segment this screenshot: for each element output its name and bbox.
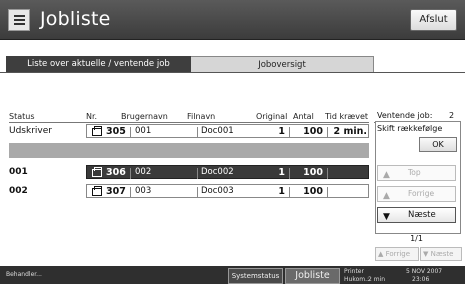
date-display: 5 NOV 2007 xyxy=(406,268,443,275)
column-original: Original xyxy=(256,112,288,121)
job-time: 2 min. xyxy=(333,126,367,137)
move-top-button[interactable]: ▲ Top xyxy=(377,165,456,181)
page-previous-button[interactable]: ▲ Forrige xyxy=(375,247,419,261)
memory-value: 2 min xyxy=(368,276,386,283)
job-list-button[interactable]: Jobliste xyxy=(285,268,340,284)
queue-row[interactable]: 307 003 Doc003 1 100 xyxy=(86,184,369,198)
column-user: Brugernavn xyxy=(121,112,168,121)
tab-divider xyxy=(0,72,465,73)
ok-button[interactable]: OK xyxy=(419,137,457,152)
printer-icon xyxy=(92,167,102,177)
job-list-icon xyxy=(8,9,30,31)
printer-label: Printer xyxy=(344,268,364,275)
job-number: 305 xyxy=(106,126,126,137)
queue-row-selected[interactable]: 306 002 Doc002 1 100 xyxy=(86,165,369,179)
job-original: 1 xyxy=(278,186,285,197)
job-number: 306 xyxy=(106,167,126,178)
queue-position: 001 xyxy=(9,167,28,177)
page-indicator: 1/1 xyxy=(410,234,423,243)
change-order-label: Skift rækkefølge xyxy=(377,124,443,133)
job-file: Doc001 xyxy=(201,126,234,136)
current-job-status: Udskriver xyxy=(9,126,52,136)
current-job-row[interactable]: 305 001 Doc001 1 100 2 min. xyxy=(86,124,369,138)
header-bar: Jobliste Afslut xyxy=(0,0,465,40)
memory-label: Hukom.: xyxy=(344,276,370,283)
move-next-button[interactable]: ▼ Næste xyxy=(377,207,456,223)
arrow-down-icon: ▼ xyxy=(383,212,390,222)
printer-icon xyxy=(92,186,102,196)
arrow-up-icon: ▲ xyxy=(378,250,384,258)
job-quantity: 100 xyxy=(303,126,323,137)
queue-separator-bar xyxy=(9,143,369,158)
job-user: 003 xyxy=(135,186,152,196)
printer-icon xyxy=(92,126,102,136)
time-display: 23:06 xyxy=(412,276,430,283)
job-quantity: 100 xyxy=(303,186,323,197)
waiting-jobs-count: 2 xyxy=(449,111,455,120)
job-number: 307 xyxy=(106,186,126,197)
job-user: 002 xyxy=(135,167,152,177)
move-previous-button[interactable]: ▲ Forrige xyxy=(377,186,456,202)
job-original: 1 xyxy=(278,167,285,178)
arrow-down-icon: ▼ xyxy=(423,250,429,258)
job-user: 001 xyxy=(135,126,152,136)
page-next-button[interactable]: ▼ Næste xyxy=(420,247,462,261)
arrow-up-icon: ▲ xyxy=(383,170,390,180)
job-original: 1 xyxy=(278,126,285,137)
exit-button[interactable]: Afslut xyxy=(410,9,457,31)
tab-current-waiting-jobs[interactable]: Liste over aktuelle / ventende job xyxy=(6,56,191,73)
system-status-button[interactable]: Systemstatus xyxy=(228,268,283,284)
job-file: Doc003 xyxy=(201,186,234,196)
column-number: Nr. xyxy=(86,112,98,121)
job-quantity: 100 xyxy=(303,167,323,178)
arrow-up-icon: ▲ xyxy=(383,191,390,201)
column-filename: Filnavn xyxy=(187,112,216,121)
column-time-required: Tid krævet xyxy=(325,112,369,121)
column-quantity: Antal xyxy=(293,112,314,121)
page-title: Jobliste xyxy=(40,8,111,30)
queue-position: 002 xyxy=(9,186,28,196)
tab-job-history[interactable]: Joboversigt xyxy=(191,56,374,73)
waiting-jobs-label: Ventende job: xyxy=(377,111,433,120)
header-divider xyxy=(9,122,369,123)
job-file: Doc002 xyxy=(201,167,234,177)
processing-status: Behandler... xyxy=(6,271,42,278)
column-status: Status xyxy=(9,112,35,121)
